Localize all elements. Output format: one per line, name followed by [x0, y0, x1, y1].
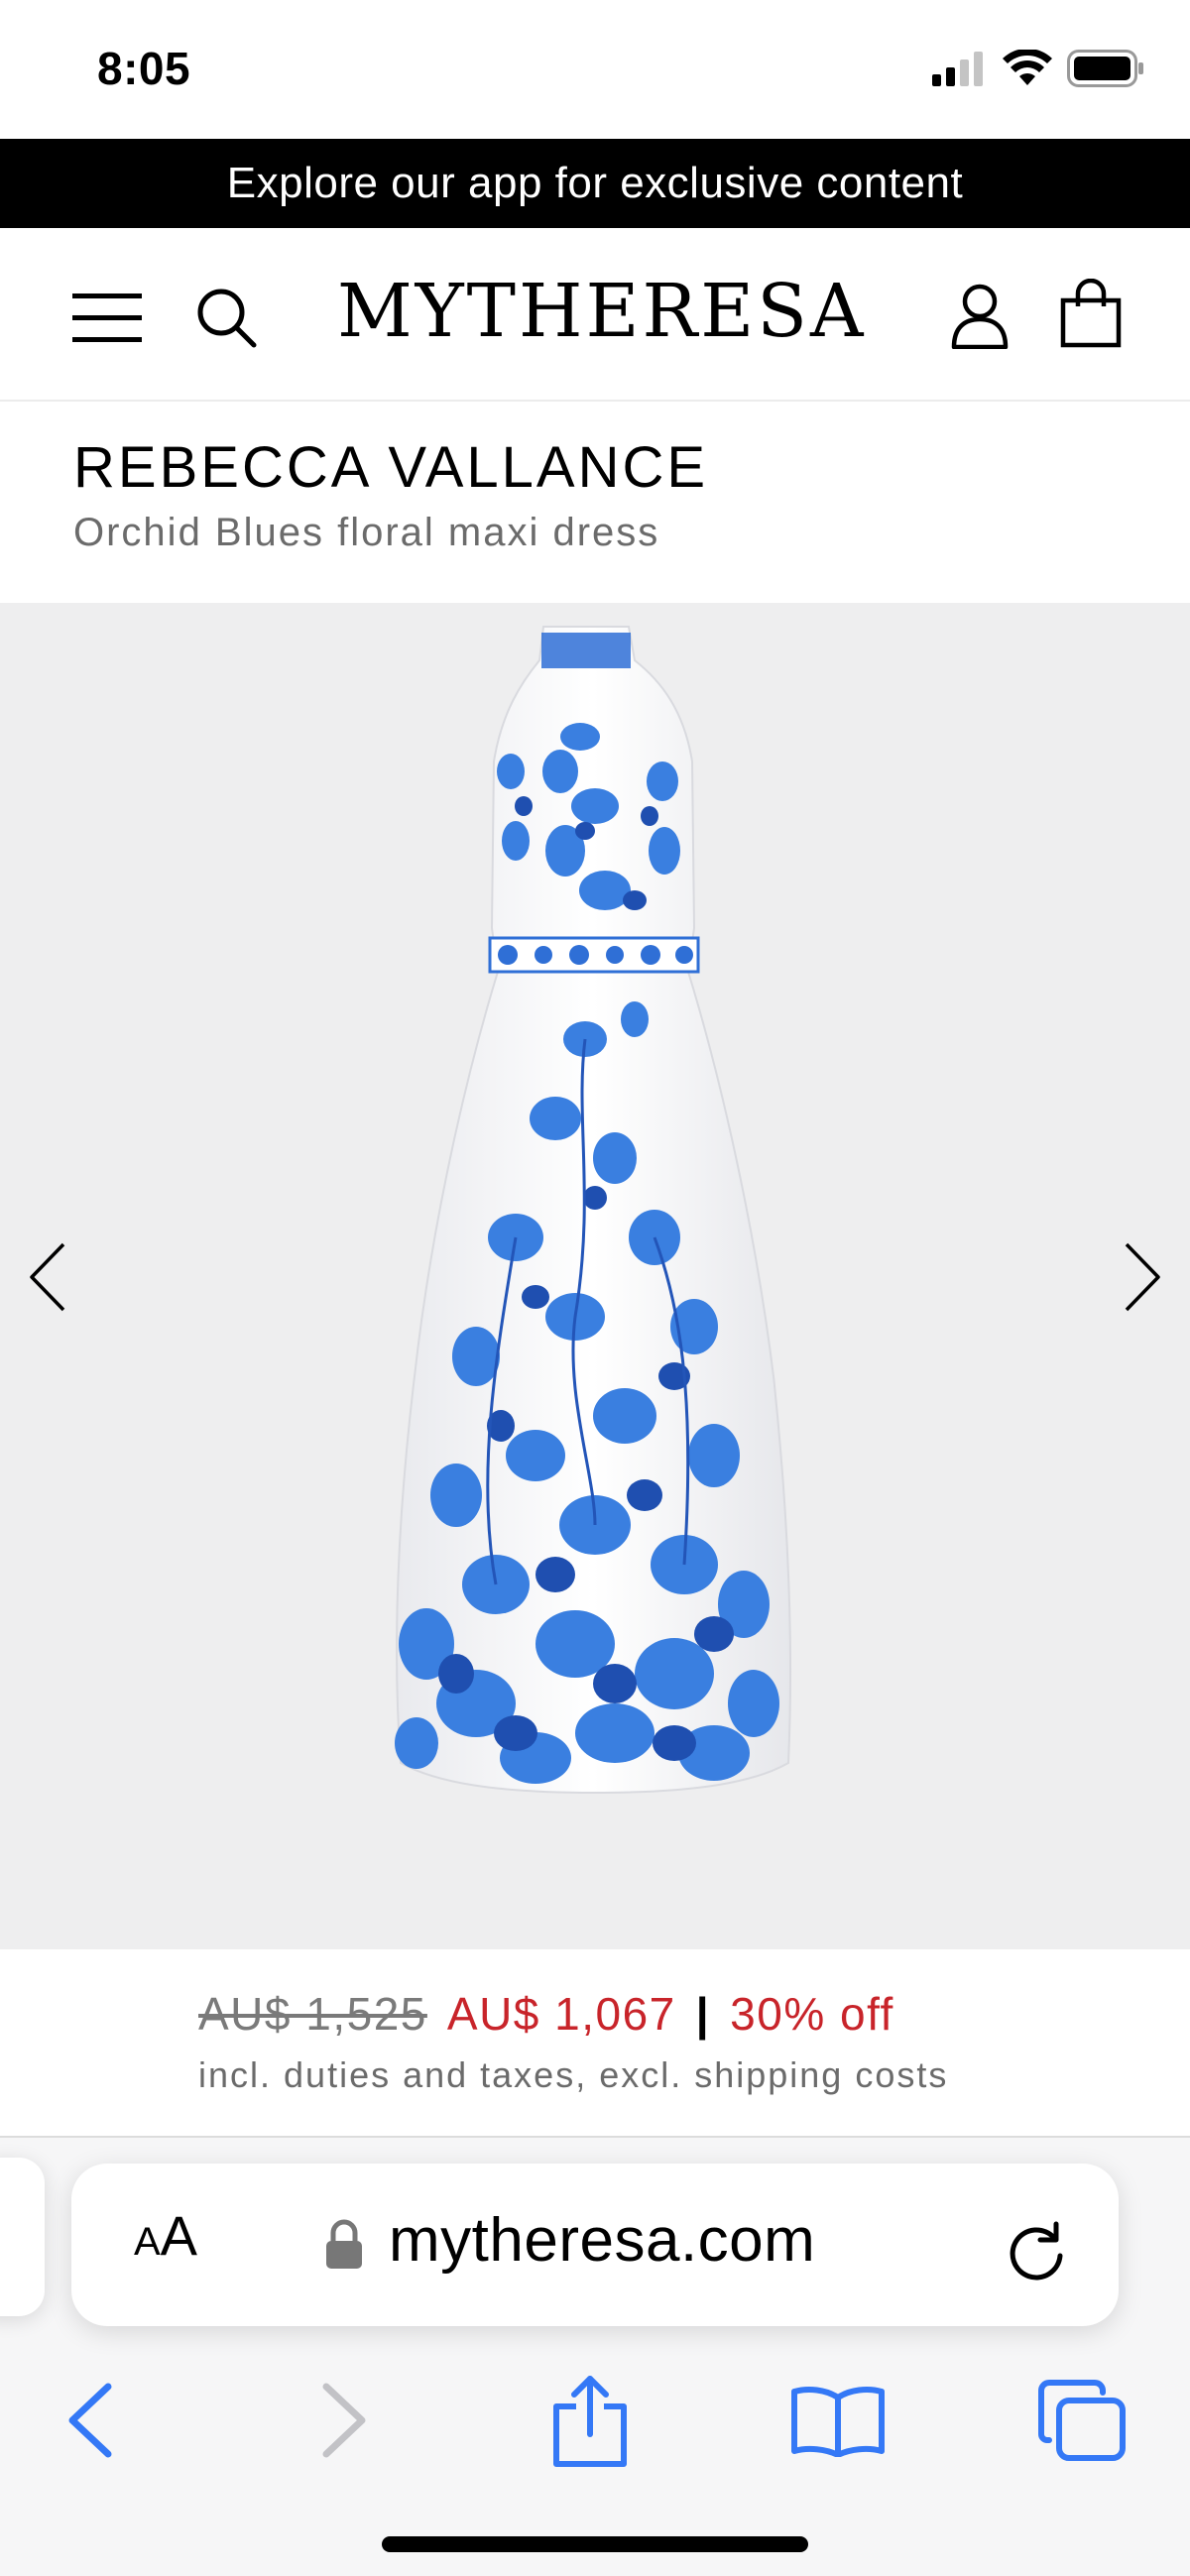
bookmarks-icon	[791, 2387, 885, 2457]
sale-price: AU$ 1,067	[446, 1988, 676, 2040]
chevron-left-icon	[30, 1242, 65, 1312]
discount-label: 30% off	[730, 1988, 894, 2040]
product-name: Orchid Blues floral maxi dress	[73, 511, 660, 554]
price-block: AU$ 1,525 AU$ 1,067 | 30% off incl. duti…	[0, 1949, 1190, 2138]
tabs-button[interactable]	[1027, 2366, 1136, 2475]
brand-name[interactable]: REBECCA VALLANCE	[73, 434, 708, 501]
wifi-icon	[1003, 50, 1052, 85]
site-header: MYTHERESA	[0, 228, 1190, 402]
app-promo-banner[interactable]: Explore our app for exclusive content	[0, 139, 1190, 228]
battery-icon	[1067, 50, 1143, 87]
price-separator: |	[695, 1988, 711, 2040]
reload-button[interactable]	[992, 2205, 1081, 2294]
lock-icon	[326, 2219, 362, 2269]
browser-toolbar	[0, 2346, 1190, 2485]
product-image-dress	[395, 626, 792, 1795]
page-settings-button[interactable]: A A	[111, 2203, 220, 2288]
price-line: AU$ 1,525 AU$ 1,067 | 30% off	[198, 1987, 894, 2041]
aa-small-letter: A	[133, 2220, 161, 2264]
browser-bottom-bar: A A mytheresa.com	[0, 2138, 1190, 2576]
gallery-prev-button[interactable]	[8, 1218, 87, 1337]
product-header: REBECCA VALLANCE Orchid Blues floral max…	[0, 402, 1190, 603]
url-text: mytheresa.com	[389, 2206, 816, 2275]
signal-icon	[932, 52, 983, 86]
aa-big-letter: A	[160, 2204, 198, 2267]
account-icon	[951, 284, 1009, 349]
back-button[interactable]	[36, 2366, 145, 2475]
reload-icon	[1010, 2221, 1063, 2281]
app-promo-text: Explore our app for exclusive content	[226, 159, 964, 207]
gallery-next-button[interactable]	[1103, 1218, 1182, 1337]
status-icons	[932, 50, 1144, 87]
menu-button[interactable]	[65, 276, 149, 359]
share-button[interactable]	[536, 2366, 645, 2475]
forward-button[interactable]	[290, 2366, 399, 2475]
bookmarks-button[interactable]	[783, 2366, 892, 2475]
home-indicator[interactable]	[382, 2536, 808, 2552]
tabs-icon	[1038, 2380, 1126, 2461]
site-logo[interactable]: MYTHERESA	[337, 268, 863, 356]
search-icon	[197, 289, 257, 348]
forward-icon	[322, 2383, 366, 2458]
address-bar[interactable]: A A mytheresa.com	[71, 2164, 1119, 2326]
product-image-gallery[interactable]	[0, 603, 1190, 1949]
shopping-bag-button[interactable]	[1049, 272, 1132, 355]
previous-tab-peek[interactable]	[0, 2158, 45, 2316]
share-icon	[553, 2376, 627, 2467]
back-icon	[68, 2383, 112, 2458]
bag-icon	[1060, 279, 1122, 348]
search-button[interactable]	[184, 276, 268, 359]
menu-icon	[72, 293, 142, 342]
price-note: incl. duties and taxes, excl. shipping c…	[198, 2054, 949, 2095]
status-bar: 8:05	[0, 0, 1190, 139]
account-button[interactable]	[938, 274, 1021, 357]
chevron-right-icon	[1125, 1242, 1160, 1312]
original-price: AU$ 1,525	[198, 1988, 427, 2040]
status-time: 8:05	[97, 43, 191, 94]
